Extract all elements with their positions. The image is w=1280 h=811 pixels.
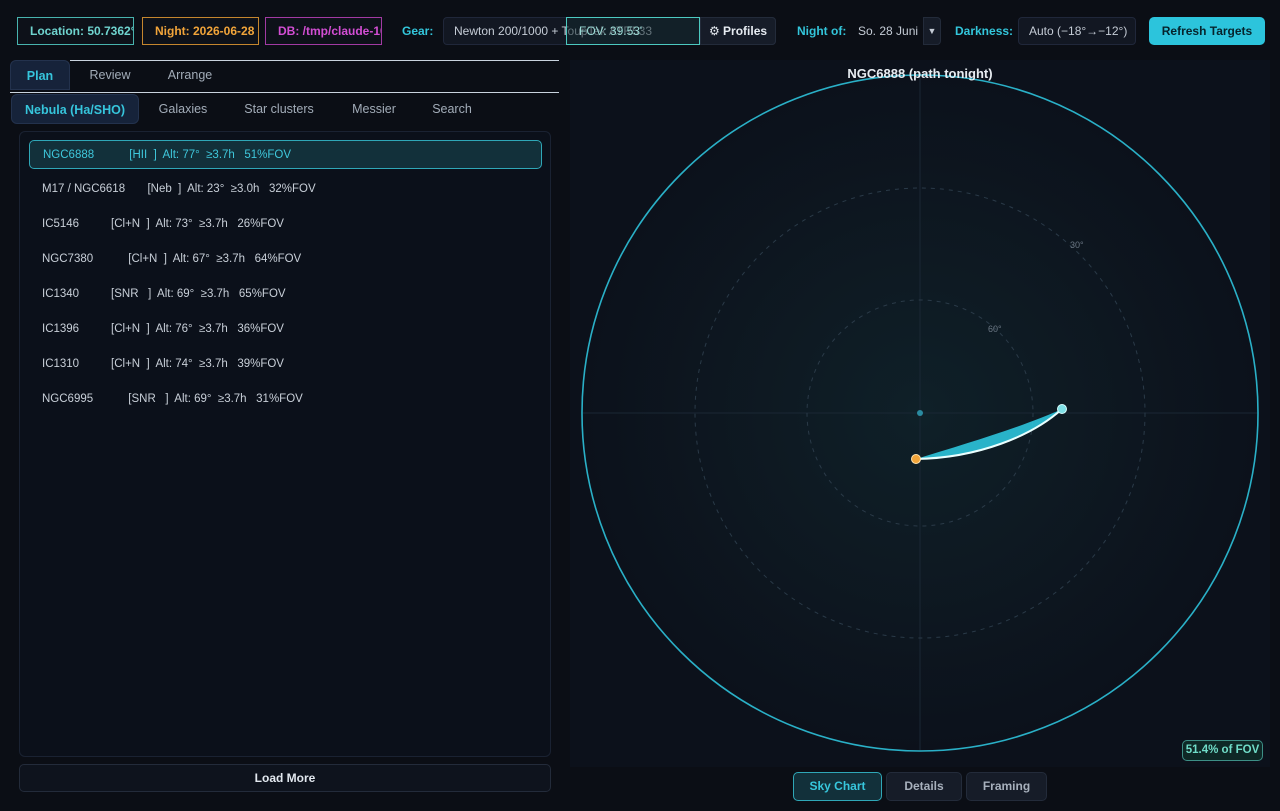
- night-chip[interactable]: Night: 2026-06-28 21:30: [142, 17, 259, 45]
- db-chip[interactable]: DB: /tmp/claude-1000/db: [265, 17, 382, 45]
- chevron-down-icon[interactable]: ▼: [923, 17, 941, 45]
- list-item[interactable]: IC1340 [SNR ] Alt: 69° ≥3.7h 65%FOV: [29, 280, 542, 309]
- main-tabs: Plan Review Arrange: [10, 60, 559, 92]
- list-item[interactable]: NGC7380 [Cl+N ] Alt: 67° ≥3.7h 64%FOV: [29, 245, 542, 274]
- gear-label: Gear:: [402, 24, 434, 38]
- refresh-targets-button[interactable]: Refresh Targets: [1149, 17, 1265, 45]
- fov-readout: FOV: 39.53': [566, 17, 700, 45]
- location-chip[interactable]: Location: 50.7362°, 7.09: [17, 17, 134, 45]
- tab-galaxies[interactable]: Galaxies: [145, 94, 221, 124]
- tab-messier[interactable]: Messier: [340, 94, 408, 124]
- category-tabs: Nebula (Ha/SHO) Galaxies Star clusters M…: [10, 92, 559, 124]
- list-item[interactable]: IC1310 [Cl+N ] Alt: 74° ≥3.7h 39%FOV: [29, 350, 542, 379]
- path-end-marker: [1057, 404, 1067, 414]
- list-item[interactable]: IC5146 [Cl+N ] Alt: 73° ≥3.7h 26%FOV: [29, 210, 542, 239]
- tab-search[interactable]: Search: [422, 94, 482, 124]
- list-item[interactable]: NGC6888 [HII ] Alt: 77° ≥3.7h 51%FOV: [29, 140, 542, 169]
- altitude-label-30: 30°: [1070, 240, 1084, 250]
- sky-chart-panel: 30° 60° NGC6888 (path tonight): [570, 60, 1270, 767]
- tab-arrange[interactable]: Arrange: [150, 60, 230, 90]
- tab-plan[interactable]: Plan: [10, 60, 70, 90]
- list-item[interactable]: NGC6995 [SNR ] Alt: 69° ≥3.7h 31%FOV: [29, 385, 542, 414]
- darkness-label: Darkness:: [955, 24, 1014, 38]
- night-of-date-input[interactable]: So. 28 Juni: [848, 17, 923, 45]
- tab-sky-chart[interactable]: Sky Chart: [793, 772, 882, 801]
- tab-star-clusters[interactable]: Star clusters: [235, 94, 323, 124]
- target-list[interactable]: NGC6888 [HII ] Alt: 77° ≥3.7h 51%FOV M17…: [19, 131, 551, 757]
- list-item[interactable]: M17 / NGC6618 [Neb ] Alt: 23° ≥3.0h 32%F…: [29, 175, 542, 204]
- tab-review[interactable]: Review: [72, 60, 148, 90]
- sky-chart[interactable]: 30° 60°: [570, 60, 1270, 767]
- load-more-button[interactable]: Load More: [19, 764, 551, 792]
- tab-details[interactable]: Details: [886, 772, 962, 801]
- fov-badge: 51.4% of FOV: [1182, 740, 1263, 761]
- night-of-label: Night of:: [797, 24, 847, 38]
- path-start-marker: [911, 454, 921, 464]
- darkness-select[interactable]: Auto (−18°→−12°): [1018, 17, 1136, 45]
- top-bar: Location: 50.7362°, 7.09 Night: 2026-06-…: [0, 0, 1280, 60]
- tab-framing[interactable]: Framing: [966, 772, 1047, 801]
- altitude-label-60: 60°: [988, 324, 1002, 334]
- list-item[interactable]: IC1396 [Cl+N ] Alt: 76° ≥3.7h 36%FOV: [29, 315, 542, 344]
- chart-title: NGC6888 (path tonight): [847, 66, 993, 81]
- subtab-divider: [10, 92, 559, 93]
- tab-nebula[interactable]: Nebula (Ha/SHO): [11, 94, 139, 124]
- profiles-button[interactable]: ⚙ Profiles: [700, 17, 776, 45]
- zenith-marker: [917, 410, 923, 416]
